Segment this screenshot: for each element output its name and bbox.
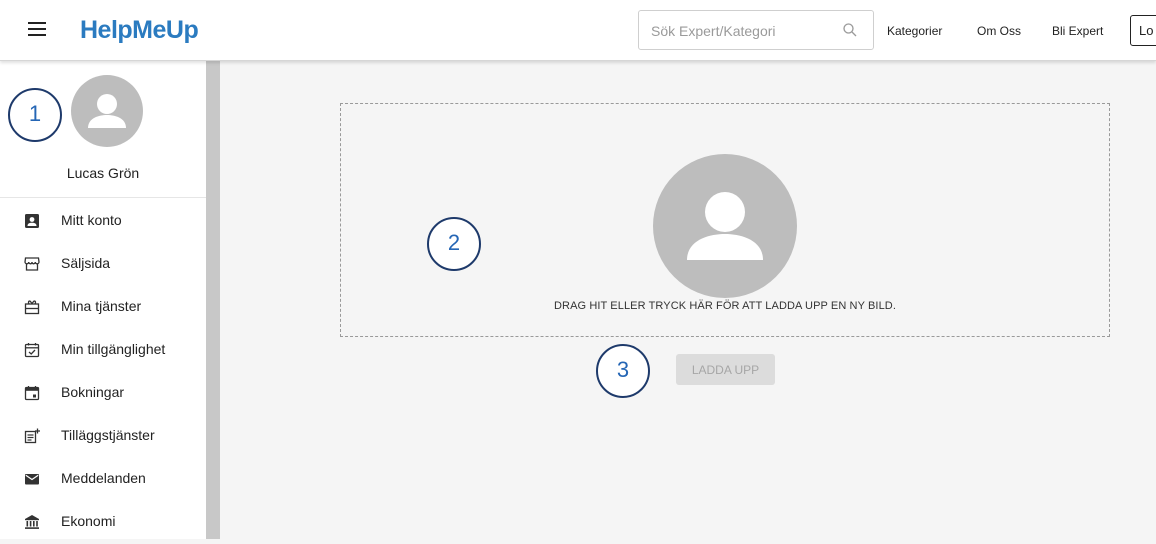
mail-icon [25,474,39,485]
sidebar-item-label: Bokningar [61,384,125,400]
account-box-icon [25,214,39,228]
nav-kategorier[interactable]: Kategorier [887,24,942,38]
top-app-bar: HelpMeUp Kategorier Om Oss Bli Expert Lo [0,0,1156,61]
sidebar-item-label: Tilläggstjänster [61,427,155,443]
search-box[interactable] [638,10,874,50]
sidebar-item-label: Mitt konto [61,212,122,228]
sidebar-item-meddelanden[interactable]: Meddelanden [0,458,206,501]
bank-icon [25,515,39,529]
sidebar-item-bokningar[interactable]: Bokningar [0,372,206,415]
search-input[interactable] [649,19,833,43]
sidebar-item-saljsida[interactable]: Säljsida [0,243,206,286]
add-list-icon [24,428,40,444]
sidebar-item-min-tillganglighet[interactable]: Min tillgänglighet [0,329,206,372]
services-icon [24,300,40,315]
nav-om-oss[interactable]: Om Oss [977,24,1021,38]
storefront-icon [24,257,40,271]
person-icon [687,192,763,260]
sidebar-item-mina-tjanster[interactable]: Mina tjänster [0,286,206,329]
calendar-check-icon [24,343,40,358]
sidebar-scrollbar[interactable] [206,60,220,539]
main-content: DRAG HIT ELLER TRYCK HÄR FÖR ATT LADDA U… [220,60,1156,539]
person-icon [88,94,126,128]
sidebar-nav: Mitt konto Säljsida Mina tjänster Min ti… [0,200,206,544]
callout-1: 1 [8,88,62,142]
search-icon[interactable] [841,21,859,39]
sidebar-item-label: Min tillgänglighet [61,341,166,357]
dropzone-instruction: DRAG HIT ELLER TRYCK HÄR FÖR ATT LADDA U… [553,300,897,312]
nav-bli-expert[interactable]: Bli Expert [1052,24,1103,38]
callout-3: 3 [596,344,650,398]
callout-2: 2 [427,217,481,271]
upload-button[interactable]: LADDA UPP [676,354,775,385]
sidebar-item-tillaggstjanster[interactable]: Tilläggstjänster [0,415,206,458]
sidebar-item-label: Mina tjänster [61,298,142,314]
sidebar-item-label: Säljsida [61,255,111,271]
login-button[interactable]: Lo [1130,15,1156,46]
sidebar-item-label: Meddelanden [61,470,146,486]
user-name: Lucas Grön [66,165,140,181]
divider [0,197,206,198]
sidebar-item-label: Ekonomi [61,513,116,529]
avatar-preview [653,154,797,298]
sidebar-item-ekonomi[interactable]: Ekonomi [0,501,206,544]
avatar[interactable] [71,75,143,147]
menu-icon[interactable] [28,22,46,38]
sidebar-item-mitt-konto[interactable]: Mitt konto [0,200,206,243]
app-logo[interactable]: HelpMeUp [80,16,199,45]
calendar-icon [24,386,40,401]
